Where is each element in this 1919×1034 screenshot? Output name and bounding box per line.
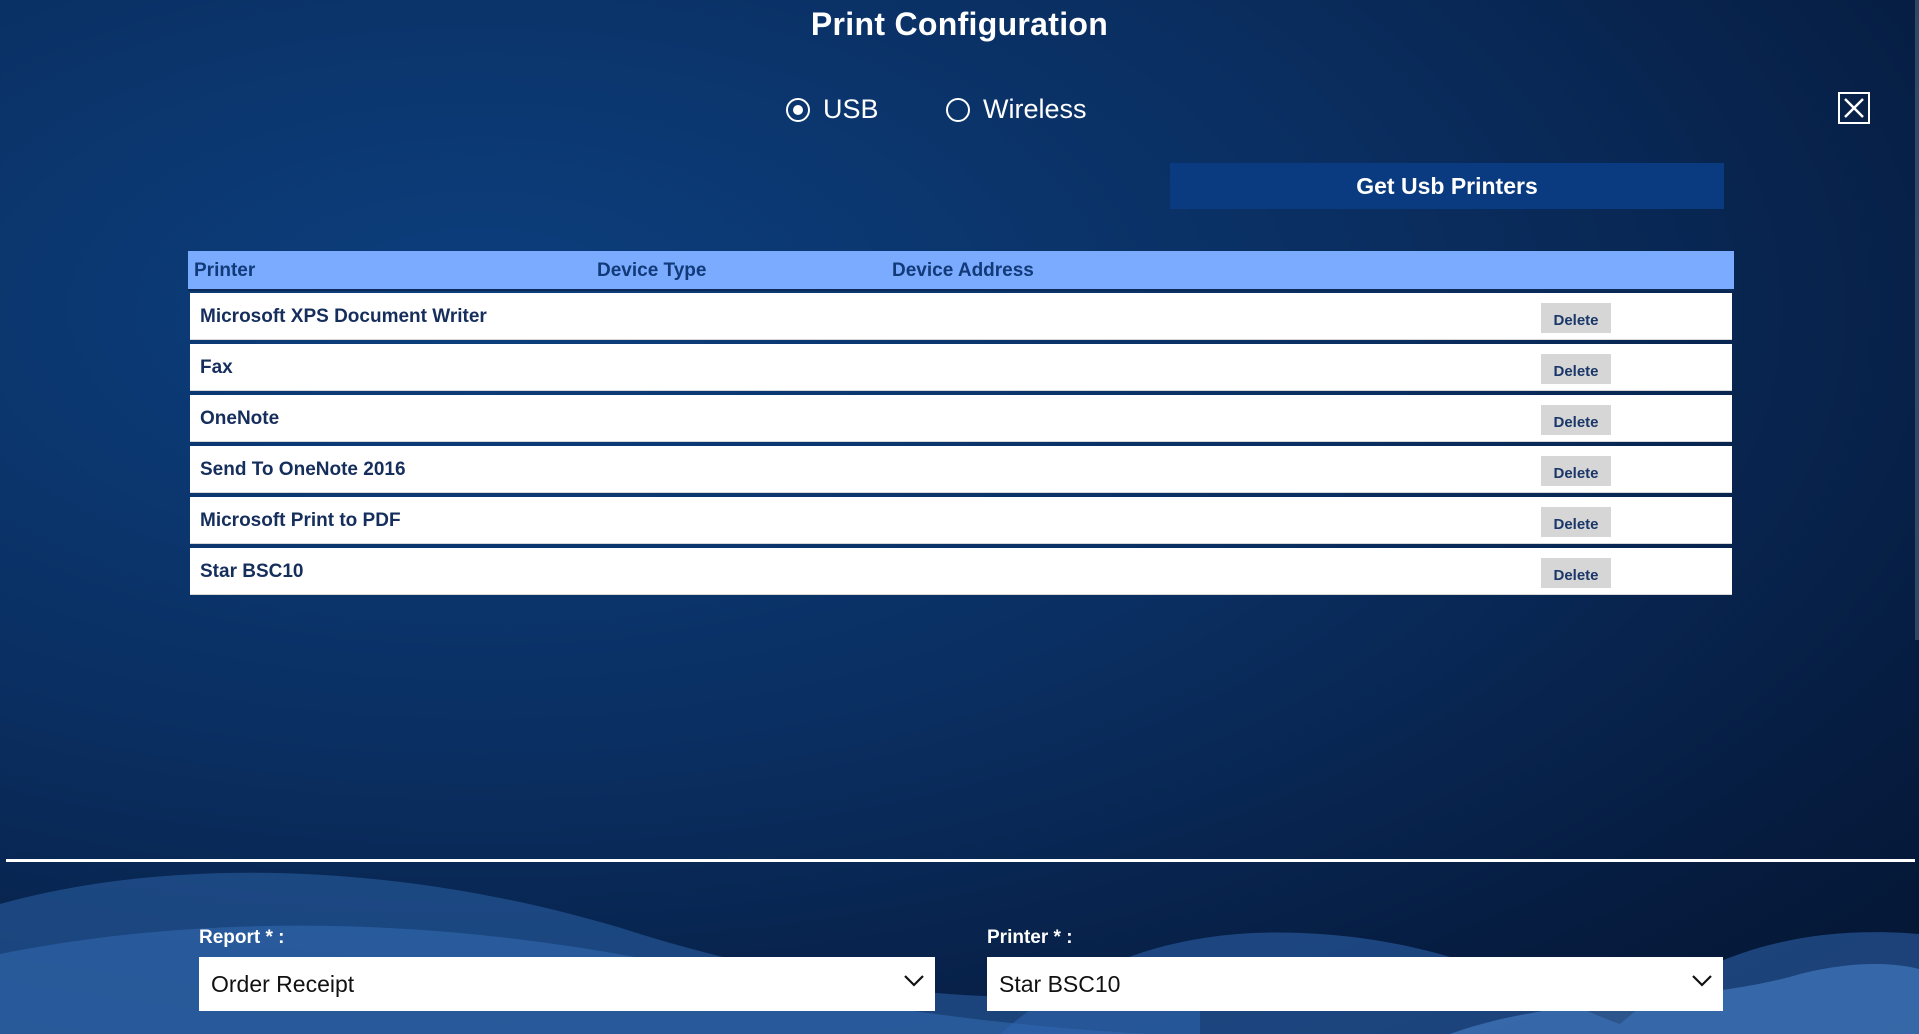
delete-button[interactable]: Delete: [1541, 558, 1611, 588]
table-header: Printer Device Type Device Address: [188, 251, 1734, 291]
delete-button[interactable]: Delete: [1541, 456, 1611, 486]
printer-table: Printer Device Type Device Address Micro…: [188, 251, 1734, 599]
report-select-value: Order Receipt: [211, 970, 355, 997]
usb-radio-label: USB: [823, 94, 879, 124]
header-device-type: Device Type: [597, 260, 707, 281]
printer-select[interactable]: Star BSC10: [987, 957, 1723, 1011]
close-button[interactable]: [1838, 92, 1870, 124]
printer-label: Printer * :: [987, 927, 1073, 948]
radio-unchecked-icon: [946, 97, 970, 122]
wireless-radio-label: Wireless: [983, 94, 1087, 124]
chevron-down-icon: [904, 975, 924, 987]
table-row[interactable]: Microsoft XPS Document Writer Delete: [190, 293, 1732, 340]
usb-radio[interactable]: USB: [786, 94, 879, 125]
delete-button[interactable]: Delete: [1541, 354, 1611, 384]
get-usb-printers-button[interactable]: Get Usb Printers: [1170, 163, 1724, 209]
wireless-radio[interactable]: Wireless: [946, 94, 1087, 125]
report-select[interactable]: Order Receipt: [199, 957, 935, 1011]
printer-name: OneNote: [200, 408, 280, 429]
table-row[interactable]: Send To OneNote 2016 Delete: [190, 446, 1732, 493]
printer-name: Send To OneNote 2016: [200, 459, 406, 480]
header-device-address: Device Address: [892, 260, 1034, 281]
printer-select-value: Star BSC10: [999, 970, 1121, 997]
table-row[interactable]: Fax Delete: [190, 344, 1732, 391]
table-row[interactable]: Star BSC10 Delete: [190, 548, 1732, 595]
delete-button[interactable]: Delete: [1541, 405, 1611, 435]
delete-button[interactable]: Delete: [1541, 303, 1611, 333]
radio-checked-icon: [786, 97, 810, 122]
printer-name: Fax: [200, 357, 233, 378]
table-row[interactable]: Microsoft Print to PDF Delete: [190, 497, 1732, 544]
divider: [6, 859, 1915, 862]
scrollbar[interactable]: [1915, 0, 1919, 640]
page-title: Print Configuration: [810, 6, 1109, 42]
printer-name: Microsoft Print to PDF: [200, 510, 401, 531]
delete-button[interactable]: Delete: [1541, 507, 1611, 537]
report-label: Report * :: [199, 927, 285, 948]
close-icon: [1844, 98, 1864, 118]
printer-name: Microsoft XPS Document Writer: [200, 306, 487, 327]
chevron-down-icon: [1692, 975, 1712, 987]
header-printer: Printer: [194, 260, 256, 281]
table-row[interactable]: OneNote Delete: [190, 395, 1732, 442]
printer-name: Star BSC10: [200, 561, 304, 582]
